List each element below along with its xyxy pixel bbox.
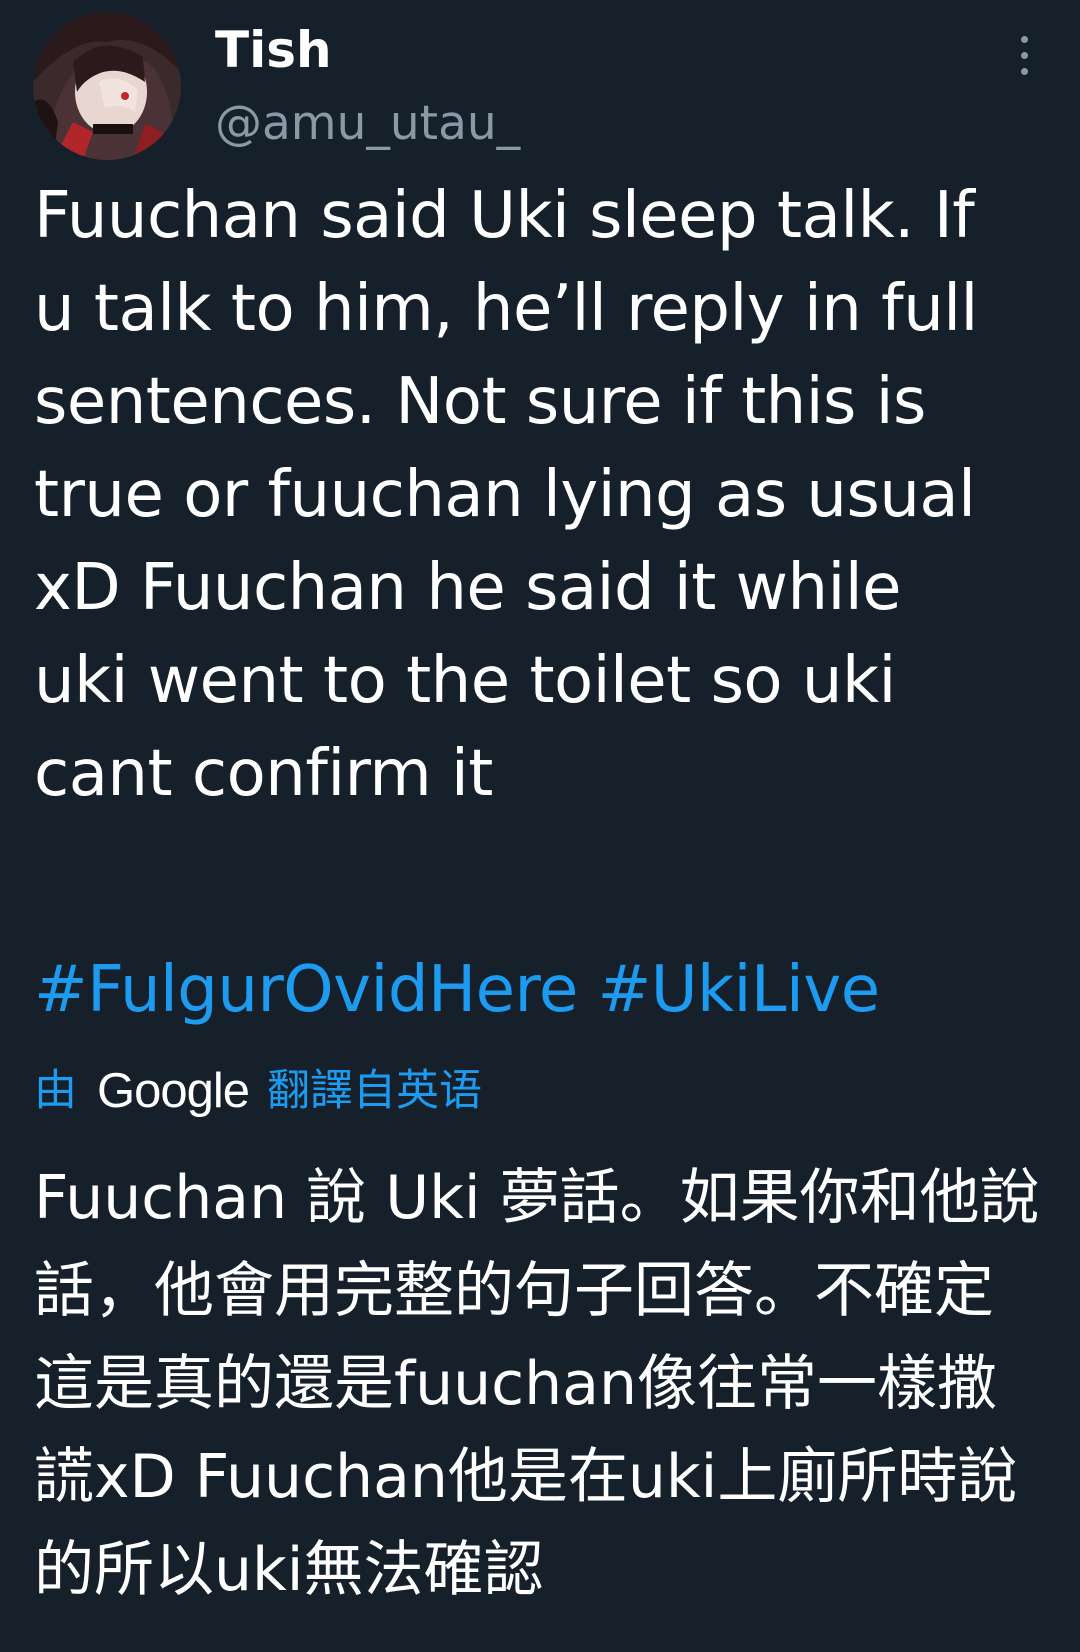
tweet-text-line: cant confirm it bbox=[34, 737, 493, 811]
more-options-button[interactable] bbox=[1004, 34, 1044, 78]
translation-prefix: 由 bbox=[34, 1066, 77, 1116]
translated-text-line: 這是真的還是fuuchan像往常一樣撒 bbox=[34, 1349, 997, 1419]
translation-source-link[interactable]: 翻譯自英语 bbox=[267, 1062, 482, 1120]
tweet-text-line: true or fuuchan lying as usual bbox=[34, 458, 976, 532]
hashtag-link[interactable]: #FulgurOvidHere bbox=[34, 953, 578, 1027]
display-name[interactable]: Tish bbox=[215, 20, 332, 80]
more-vertical-icon-dot bbox=[1021, 52, 1028, 59]
tweet-text-line: sentences. Not sure if this is bbox=[34, 365, 926, 439]
translated-text-line: 話，他會用完整的句子回答。不確定 bbox=[34, 1256, 994, 1326]
google-logo: Google bbox=[97, 1064, 250, 1118]
tweet-text-line: uki went to the toilet so uki bbox=[34, 644, 896, 718]
tweet: Tish @amu_utau_ Fuuchan said Uki sleep t… bbox=[0, 0, 1080, 1652]
tweet-text-line: xD Fuuchan he said it while bbox=[34, 551, 901, 625]
tweet-text-line: u talk to him, he’ll reply in full bbox=[34, 272, 978, 346]
translated-text-line: 的所以uki無法確認 bbox=[34, 1535, 544, 1605]
hashtag-link[interactable]: #UkiLive bbox=[598, 953, 881, 1027]
translated-text-line: 謊xD Fuuchan他是在uki上廁所時說 bbox=[34, 1442, 1018, 1512]
avatar-image bbox=[33, 12, 181, 160]
translated-text-line: Fuuchan 說 Uki 夢話。如果你和他說 bbox=[34, 1163, 1040, 1233]
tweet-text-line: Fuuchan said Uki sleep talk. If bbox=[34, 179, 975, 253]
user-handle[interactable]: @amu_utau_ bbox=[215, 96, 520, 152]
tweet-text: Fuuchan said Uki sleep talk. If u talk t… bbox=[34, 170, 1064, 821]
avatar[interactable] bbox=[33, 12, 181, 160]
translation-attribution: 由 Google 翻譯自英语 bbox=[34, 1062, 482, 1120]
hashtag-row: #FulgurOvidHere #UkiLive bbox=[34, 950, 880, 1030]
more-vertical-icon-dot bbox=[1021, 68, 1028, 75]
more-vertical-icon bbox=[1021, 36, 1028, 43]
translated-text: Fuuchan 說 Uki 夢話。如果你和他說 話，他會用完整的句子回答。不確定… bbox=[34, 1152, 1064, 1617]
